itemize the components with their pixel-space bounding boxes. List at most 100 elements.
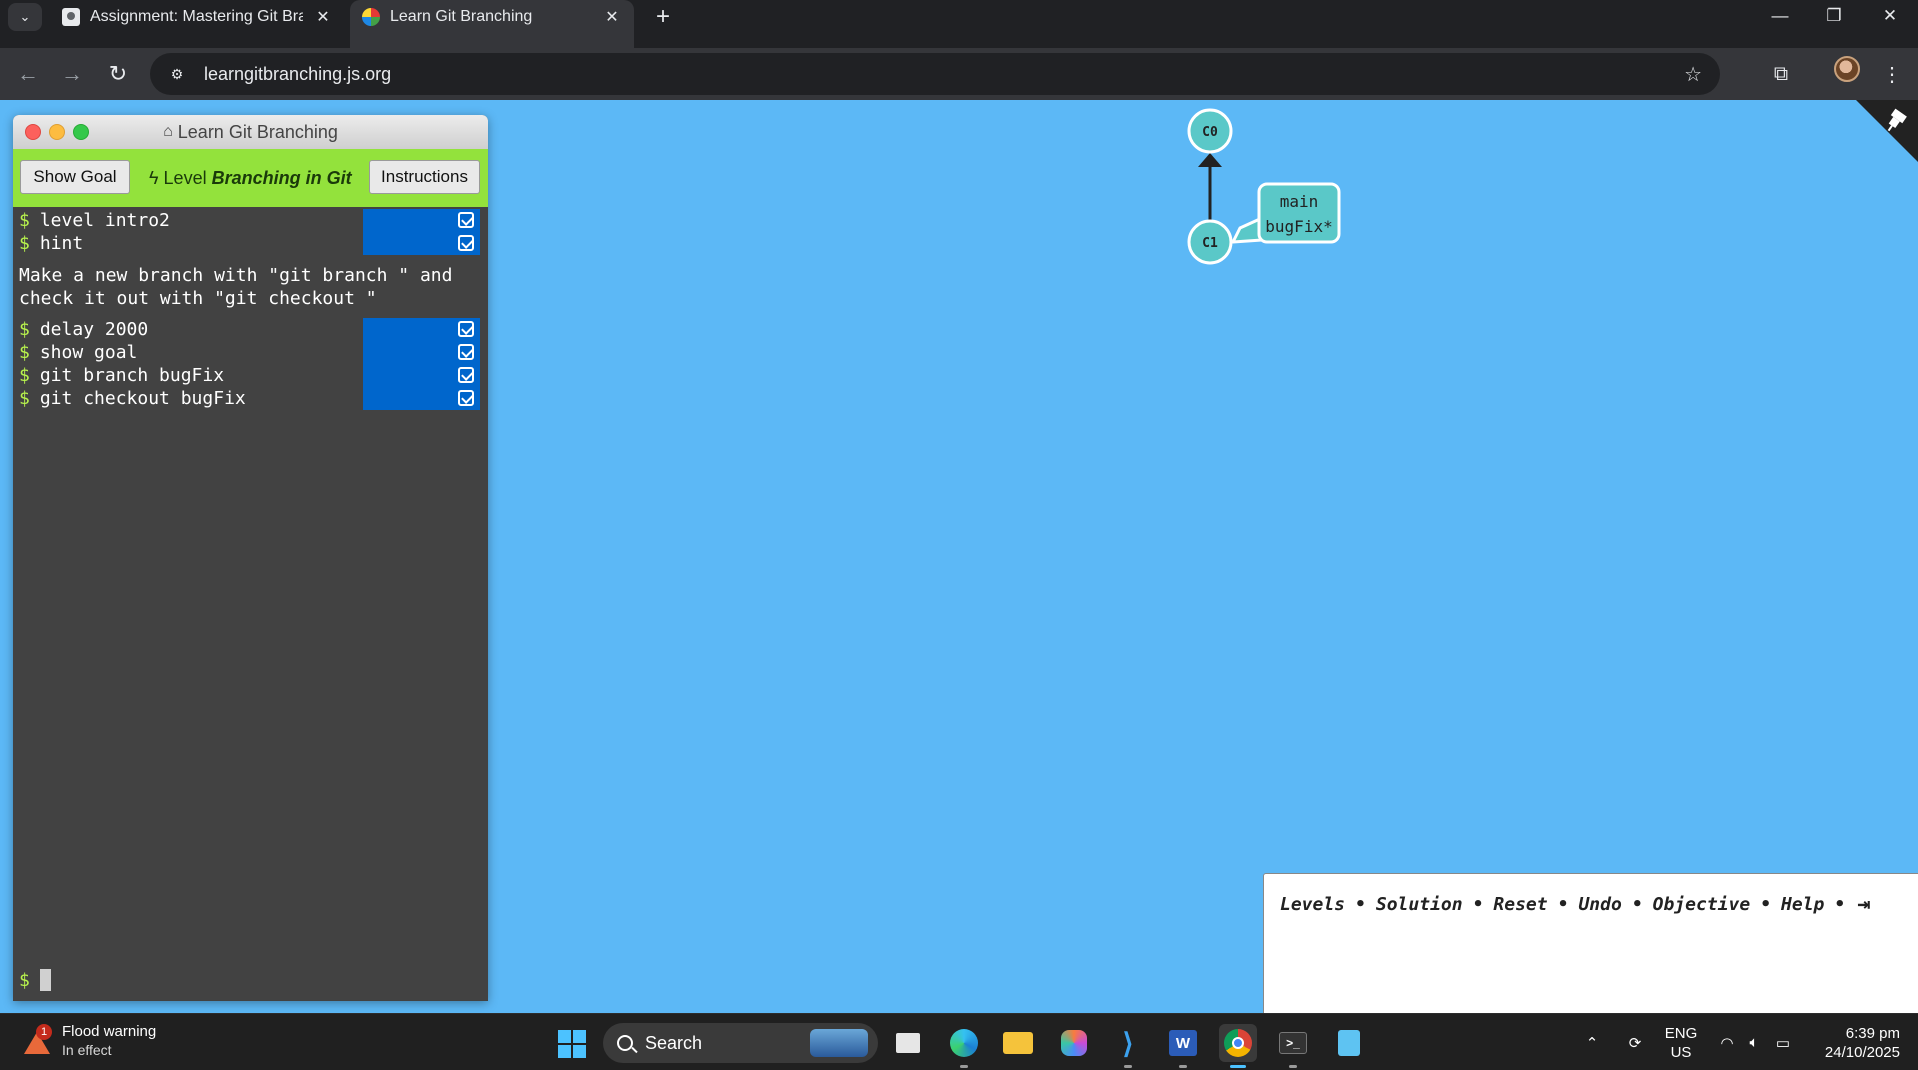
command-text: show goal xyxy=(39,342,138,363)
battery-icon[interactable]: ▭ xyxy=(1770,1014,1796,1070)
volume-icon[interactable]: 🔈︎ xyxy=(1742,1014,1766,1070)
tab-title: Assignment: Mastering Git Bran xyxy=(90,8,303,25)
help-link[interactable]: Help xyxy=(1781,894,1824,915)
level-title[interactable]: ϟ Level Branching in Git xyxy=(149,168,352,189)
lightning-icon: ϟ xyxy=(149,168,159,188)
tab-learn-git-branching[interactable]: Learn Git Branching ✕ xyxy=(350,0,634,48)
extensions-icon[interactable]: ⧉ xyxy=(1765,58,1797,90)
taskbar: 1 Flood warning In effect Search ⟩ W >_ … xyxy=(0,1013,1918,1070)
wifi-icon[interactable]: ◠ xyxy=(1715,1014,1739,1070)
hint-message: Make a new branch with "git branch " and… xyxy=(19,265,453,309)
objective-link[interactable]: Objective xyxy=(1653,894,1751,915)
prompt-symbol: $ xyxy=(19,969,30,991)
sync-icon[interactable]: ⟳ xyxy=(1620,1014,1650,1070)
command-line: $ hint xyxy=(13,232,488,255)
tab-assignment[interactable]: Assignment: Mastering Git Bran ✕ xyxy=(50,0,345,34)
terminal-titlebar: ⌂ Learn Git Branching xyxy=(13,115,488,149)
task-view-icon[interactable] xyxy=(889,1024,927,1062)
chrome-icon[interactable] xyxy=(1219,1024,1257,1068)
taskbar-search[interactable]: Search xyxy=(603,1023,878,1063)
maximize-light-icon[interactable] xyxy=(73,124,89,140)
weather-subtitle: In effect xyxy=(62,1042,112,1058)
tab-title: Learn Git Branching xyxy=(390,8,533,25)
profile-avatar[interactable] xyxy=(1834,56,1860,82)
address-bar[interactable]: ⚙ learngitbranching.js.org ☆ xyxy=(150,53,1720,95)
command-line: $ level intro2 xyxy=(13,209,488,232)
classroom-icon xyxy=(62,8,80,26)
site-info-icon[interactable]: ⚙ xyxy=(164,61,190,87)
command-line: $ git branch bugFix xyxy=(13,364,488,387)
reload-button[interactable]: ↻ xyxy=(102,58,134,90)
commit-label-c1: C1 xyxy=(1202,236,1218,251)
checkbox-checked-icon xyxy=(458,212,474,228)
text-cursor xyxy=(39,969,51,991)
prompt-symbol: $ xyxy=(19,319,30,340)
command-line: $ git checkout bugFix xyxy=(13,387,488,410)
file-explorer-icon[interactable] xyxy=(999,1024,1037,1062)
home-icon: ⌂ xyxy=(163,123,173,140)
word-icon[interactable]: W xyxy=(1164,1024,1202,1068)
prompt-symbol: $ xyxy=(19,365,30,386)
level-name: Branching in Git xyxy=(211,168,352,188)
levels-link[interactable]: Levels xyxy=(1280,894,1345,915)
search-highlight-image xyxy=(810,1029,868,1057)
weather-title: Flood warning xyxy=(62,1023,157,1040)
command-text: level intro2 xyxy=(39,210,170,231)
menu-icon[interactable]: ⋮ xyxy=(1876,58,1908,90)
command-text: hint xyxy=(39,233,84,254)
notepad-icon[interactable] xyxy=(1330,1024,1368,1062)
alert-badge: 1 xyxy=(36,1024,52,1040)
flood-warning-icon: 1 xyxy=(22,1024,52,1056)
terminal-output: $ level intro2 $ hint Make a new branch … xyxy=(13,207,488,410)
prompt-symbol: $ xyxy=(19,210,30,231)
url-text: learngitbranching.js.org xyxy=(204,63,392,84)
close-window-button[interactable]: ✕ xyxy=(1862,0,1918,32)
minimize-button[interactable]: — xyxy=(1752,0,1808,32)
undo-link[interactable]: Undo xyxy=(1578,894,1621,915)
command-text: git branch bugFix xyxy=(39,365,225,386)
prompt-symbol: $ xyxy=(19,342,30,363)
restore-button[interactable]: ❐ xyxy=(1806,0,1862,32)
prompt-symbol: $ xyxy=(19,388,30,409)
new-tab-button[interactable]: + xyxy=(648,2,678,32)
show-hidden-icons[interactable]: ⌃ xyxy=(1580,1014,1604,1070)
tab-search-button[interactable]: ⌄ xyxy=(8,3,42,31)
copilot-icon[interactable] xyxy=(1055,1024,1093,1062)
checkbox-checked-icon xyxy=(458,235,474,251)
checkbox-checked-icon xyxy=(458,344,474,360)
checkbox-checked-icon xyxy=(458,321,474,337)
solution-link[interactable]: Solution xyxy=(1376,894,1463,915)
bookmark-star-icon[interactable]: ☆ xyxy=(1684,62,1702,87)
command-input[interactable]: $ xyxy=(19,969,51,991)
command-line: $ delay 2000 xyxy=(13,318,488,341)
edge-arrowhead xyxy=(1198,153,1222,167)
branch-label-main: main xyxy=(1280,192,1319,211)
corner-ribbon[interactable] xyxy=(1856,100,1918,162)
edge-icon[interactable] xyxy=(945,1024,983,1068)
clock[interactable]: 6:39 pm 24/10/2025 xyxy=(1805,1014,1900,1070)
close-tab-icon[interactable]: ✕ xyxy=(602,7,622,27)
browser-tab-strip: ⌄ Assignment: Mastering Git Bran ✕ Learn… xyxy=(0,0,1918,48)
terminal-icon[interactable]: >_ xyxy=(1274,1024,1312,1068)
browser-toolbar: ← → ↻ ⚙ learngitbranching.js.org ☆ ⧉ ⋮ xyxy=(0,48,1918,100)
windows-start-icon[interactable] xyxy=(558,1030,586,1058)
clock-date: 24/10/2025 xyxy=(1824,1043,1900,1061)
search-label: Search xyxy=(645,1032,703,1053)
vscode-icon[interactable]: ⟩ xyxy=(1109,1024,1147,1068)
instructions-button[interactable]: Instructions xyxy=(369,160,480,194)
forward-button[interactable]: → xyxy=(56,58,88,90)
input-language[interactable]: ENG US xyxy=(1660,1014,1702,1070)
minimize-light-icon[interactable] xyxy=(49,124,65,140)
level-prefix: Level xyxy=(163,168,207,188)
back-button[interactable]: ← xyxy=(12,58,44,90)
reset-link[interactable]: Reset xyxy=(1493,894,1547,915)
command-text: git checkout bugFix xyxy=(39,388,246,409)
exit-icon[interactable]: ⇥ xyxy=(1857,892,1870,917)
close-light-icon[interactable] xyxy=(25,124,41,140)
show-goal-button[interactable]: Show Goal xyxy=(20,160,130,194)
level-header: Show Goal ϟ Level Branching in Git Instr… xyxy=(13,149,488,207)
close-tab-icon[interactable]: ✕ xyxy=(313,7,333,27)
terminal-window: ⌂ Learn Git Branching Show Goal ϟ Level … xyxy=(13,115,488,1001)
weather-widget[interactable]: 1 Flood warning In effect xyxy=(22,1022,156,1060)
git-branching-favicon xyxy=(362,8,380,26)
